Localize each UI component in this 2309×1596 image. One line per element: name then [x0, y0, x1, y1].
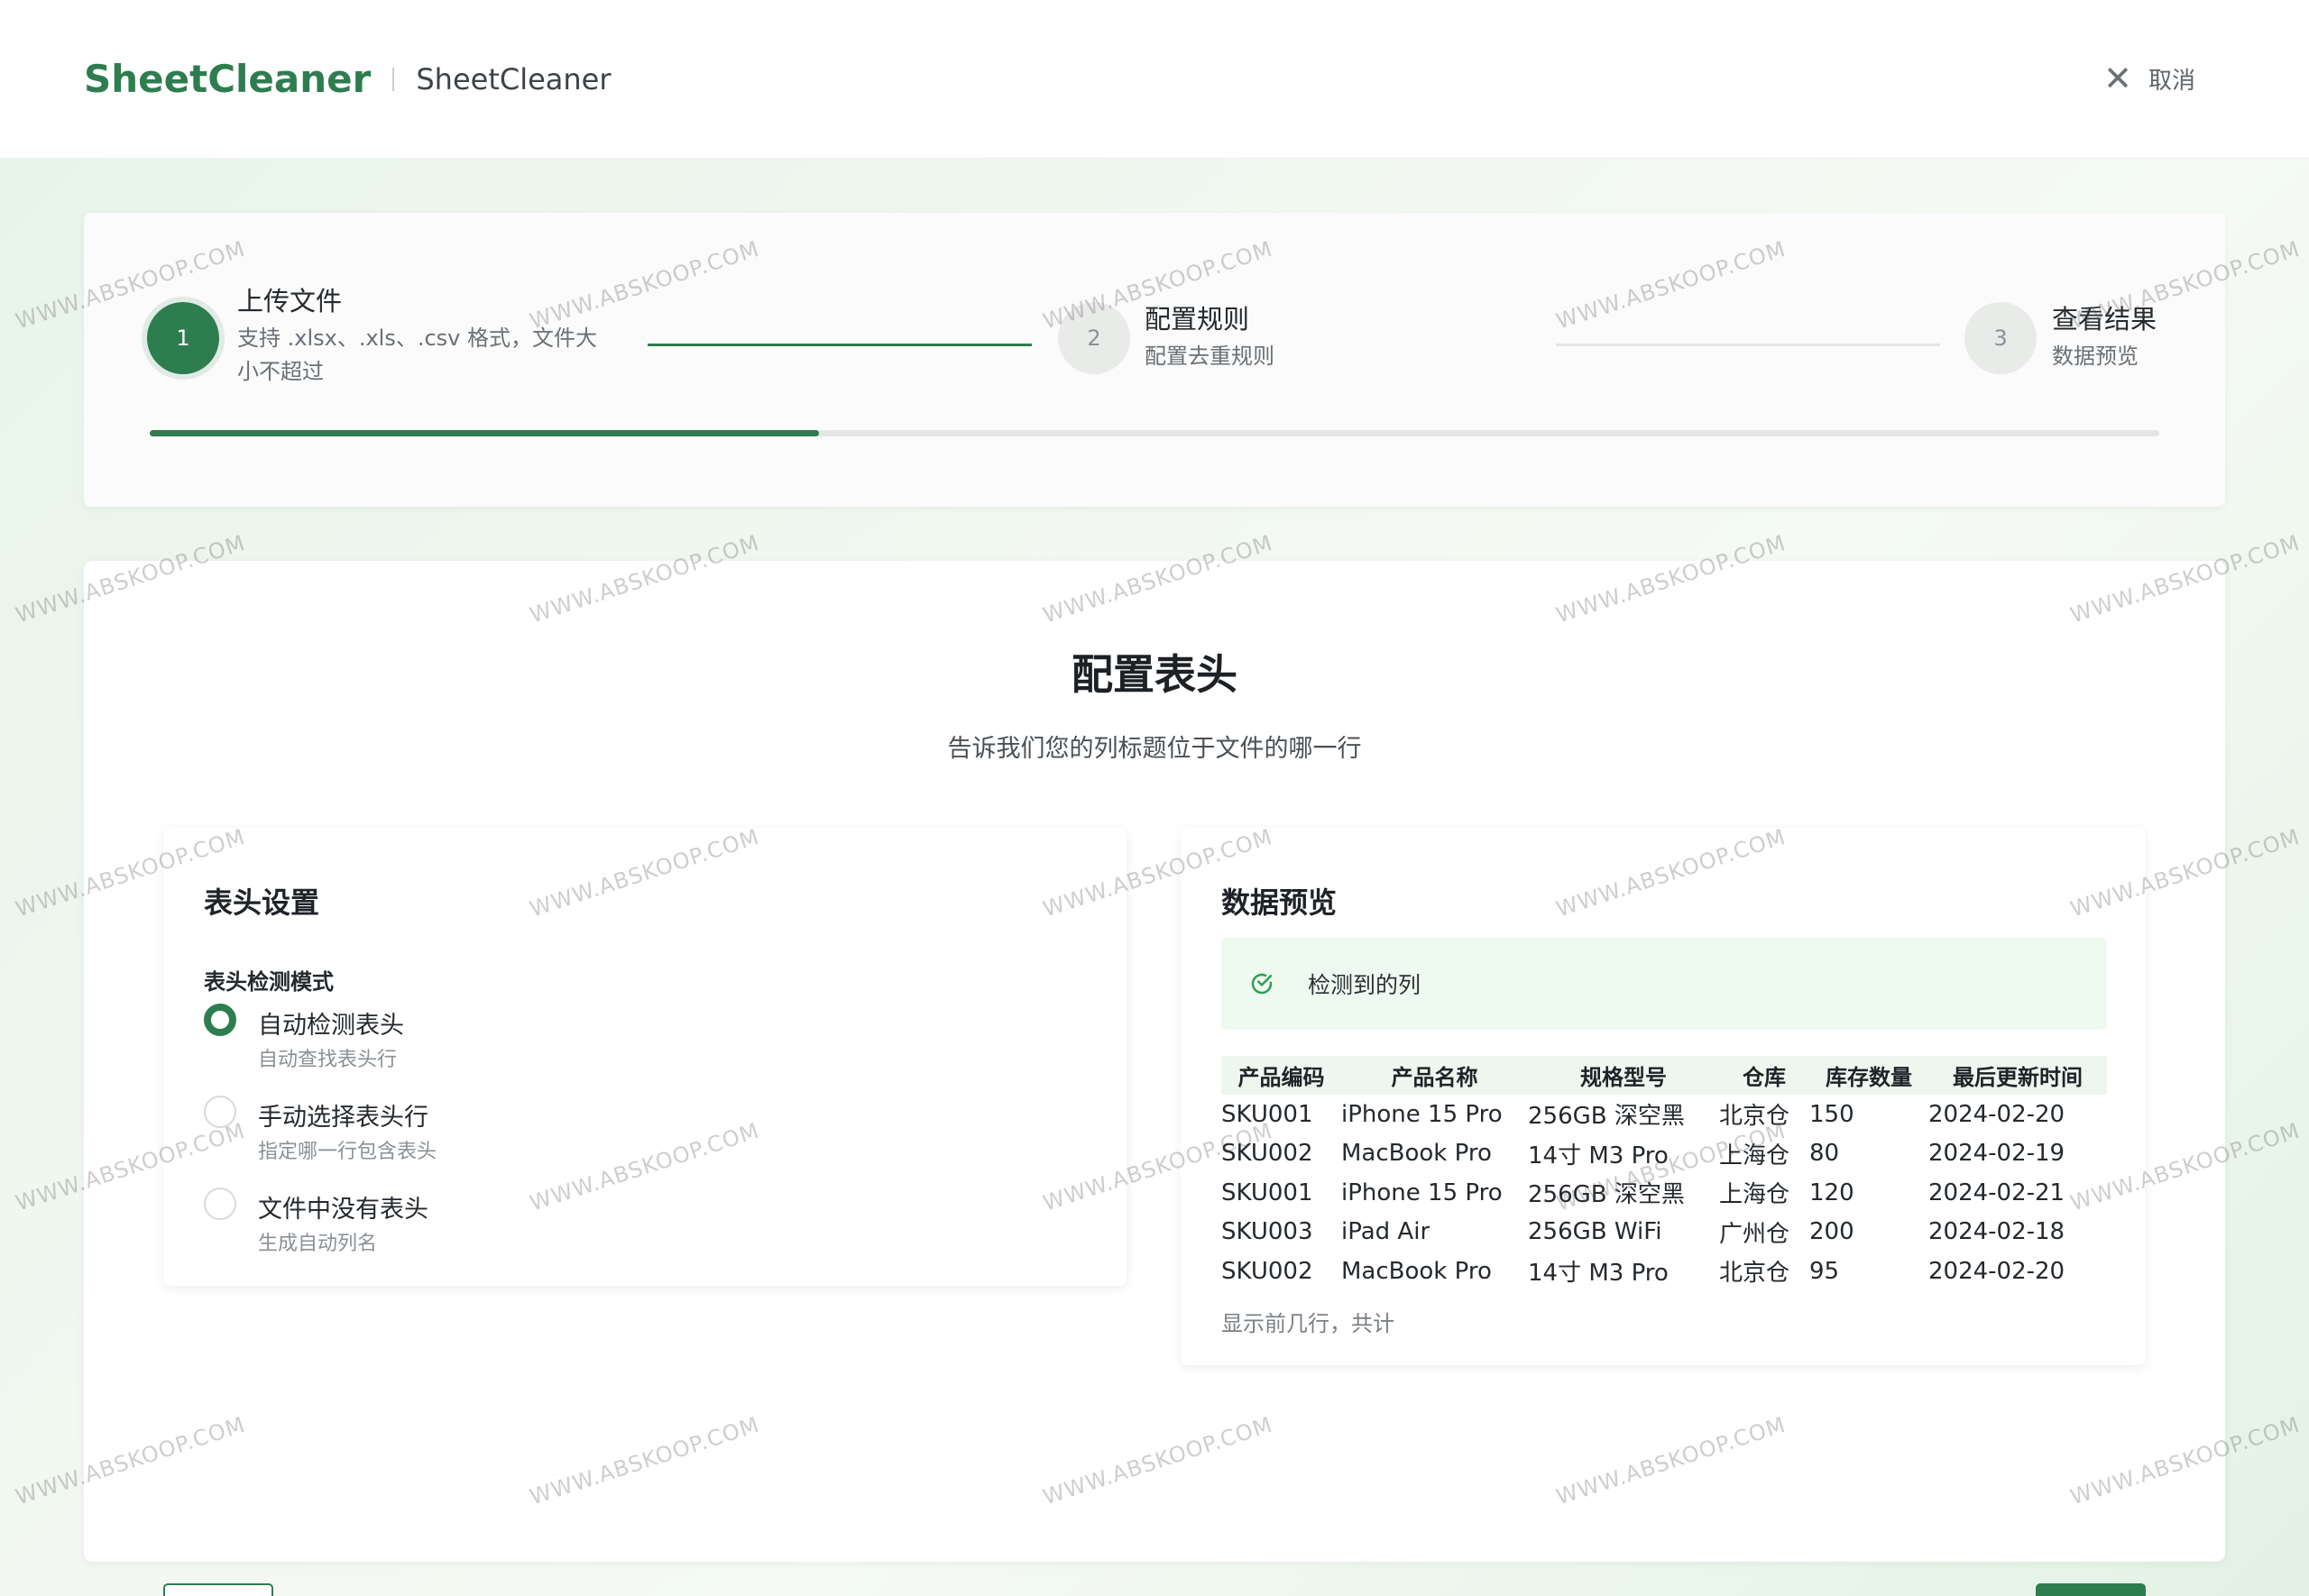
column-header: 产品编码	[1237, 1065, 1325, 1090]
brand-divider	[392, 67, 395, 91]
table-cell: 上海仓	[1719, 1181, 1790, 1209]
table-cell: 14寸 M3 Pro	[1528, 1260, 1669, 1288]
step-2-circle: 2	[1058, 302, 1130, 374]
cancel-button[interactable]: ✕ 取消	[2103, 61, 2195, 96]
table-cell: 256GB 深空黑	[1528, 1103, 1685, 1131]
detected-columns-banner: 检测到的列	[1221, 938, 2107, 1030]
step-3-title: 查看结果	[2052, 304, 2157, 335]
table-cell: MacBook Pro	[1341, 1257, 1492, 1285]
table-cell: 256GB WiFi	[1528, 1218, 1662, 1246]
step-connector-1	[648, 344, 1032, 346]
table-cell: 95	[1809, 1257, 1840, 1285]
app-header: SheetCleaner SheetCleaner ✕ 取消	[0, 0, 2309, 159]
radio-auto-hint: 自动查找表头行	[258, 1049, 398, 1071]
progress-bar	[150, 430, 2159, 436]
table-cell: MacBook Pro	[1341, 1140, 1492, 1168]
column-header: 最后更新时间	[1953, 1065, 2083, 1090]
column-header: 库存数量	[1826, 1065, 1912, 1090]
table-cell: 北京仓	[1719, 1260, 1790, 1288]
table-cell: iPad Air	[1341, 1218, 1430, 1246]
radio-none-hint: 生成自动列名	[258, 1233, 378, 1255]
table-cell: SKU002	[1221, 1140, 1313, 1168]
progress-fill	[150, 430, 819, 436]
back-button[interactable]: 返回	[163, 1583, 273, 1596]
table-row: SKU001 iPhone 15 Pro 256GB 深空黑 北京仓 150 2…	[1221, 1095, 2107, 1134]
column-header: 仓库	[1743, 1065, 1786, 1090]
table-row: SKU003 iPad Air 256GB WiFi 广州仓 200 2024-…	[1221, 1213, 2107, 1252]
radio-manual-hint: 指定哪一行包含表头	[258, 1141, 437, 1163]
step-3-circle: 3	[1964, 302, 2037, 374]
main-card: 配置表头 告诉我们您的列标题位于文件的哪一行 表头设置 表头检测模式 自动检测表…	[84, 561, 2225, 1596]
table-cell: 256GB 深空黑	[1528, 1181, 1685, 1209]
table-cell: 2024-02-19	[1928, 1140, 2065, 1168]
table-cell: 200	[1809, 1218, 1854, 1246]
detection-mode-label: 表头检测模式	[204, 969, 334, 995]
step-1-desc-line2: 小不超过	[237, 359, 324, 384]
check-circle-icon	[1251, 973, 1273, 995]
page-subtitle: 告诉我们您的列标题位于文件的哪一行	[947, 735, 1362, 763]
cancel-label: 取消	[2148, 67, 2195, 95]
header-settings-title: 表头设置	[204, 885, 320, 920]
table-cell: iPhone 15 Pro	[1341, 1179, 1503, 1206]
table-cell: 2024-02-20	[1928, 1257, 2065, 1285]
close-icon: ✕	[2103, 59, 2132, 98]
table-header-row: 产品编码 产品名称 规格型号 仓库 库存数量 最后更新时间	[1221, 1056, 2107, 1095]
radio-auto-label: 自动检测表头	[258, 1012, 404, 1040]
table-cell: SKU001	[1221, 1100, 1313, 1128]
table-cell: 14寸 M3 Pro	[1528, 1142, 1669, 1169]
table-cell: 150	[1809, 1100, 1854, 1128]
radio-manual-label: 手动选择表头行	[258, 1104, 428, 1132]
radio-auto[interactable]	[204, 1004, 236, 1036]
column-header: 规格型号	[1580, 1065, 1667, 1090]
table-row: SKU002 MacBook Pro 14寸 M3 Pro 北京仓 95 202…	[1221, 1252, 2107, 1291]
step-3-desc: 数据预览	[2052, 344, 2139, 369]
step-2-desc: 配置去重规则	[1145, 344, 1274, 369]
radio-manual[interactable]	[204, 1096, 236, 1128]
preview-table: 产品编码 产品名称 规格型号 仓库 库存数量 最后更新时间 SKU001 iPh…	[1221, 1056, 2107, 1291]
radio-none[interactable]	[204, 1188, 236, 1220]
continue-button[interactable]: 继续	[2036, 1583, 2146, 1596]
table-cell: 北京仓	[1719, 1103, 1790, 1131]
table-cell: iPhone 15 Pro	[1341, 1100, 1503, 1128]
preview-row-count-note: 显示前几行，共计	[1221, 1311, 1394, 1336]
table-cell: 广州仓	[1719, 1220, 1790, 1248]
table-cell: SKU001	[1221, 1179, 1313, 1206]
page-background: 1 上传文件 支持 .xlsx、.xls、.csv 格式，文件大 小不超过 2 …	[0, 159, 2309, 1596]
table-cell: 2024-02-21	[1928, 1179, 2065, 1206]
step-connector-2	[1556, 344, 1940, 346]
app-subtitle: SheetCleaner	[416, 61, 612, 96]
step-2-title: 配置规则	[1145, 304, 1250, 335]
table-cell: 80	[1809, 1140, 1840, 1168]
data-preview-panel: 数据预览 检测到的列 产品编码 产品名称 规格型号 仓库 库存数量 最后更新时间	[1181, 828, 2146, 1365]
table-cell: 上海仓	[1719, 1142, 1790, 1169]
table-cell: SKU003	[1221, 1218, 1313, 1246]
table-cell: SKU002	[1221, 1257, 1313, 1285]
table-cell: 2024-02-20	[1928, 1100, 2065, 1128]
header-settings-panel: 表头设置 表头检测模式 自动检测表头 自动查找表头行 手动选择表头行 指定哪一行…	[163, 828, 1127, 1286]
table-cell: 2024-02-18	[1928, 1218, 2065, 1246]
step-1-circle: 1	[147, 302, 219, 374]
step-1-desc-line1: 支持 .xlsx、.xls、.csv 格式，文件大	[237, 326, 597, 351]
table-cell: 120	[1809, 1179, 1854, 1206]
data-preview-title: 数据预览	[1221, 885, 1338, 920]
brand-logo: SheetCleaner	[84, 57, 372, 101]
step-1-title: 上传文件	[237, 286, 343, 316]
radio-none-label: 文件中没有表头	[258, 1196, 428, 1224]
page-title: 配置表头	[1072, 650, 1237, 699]
table-row: SKU002 MacBook Pro 14寸 M3 Pro 上海仓 80 202…	[1221, 1134, 2107, 1174]
stepper: 1 上传文件 支持 .xlsx、.xls、.csv 格式，文件大 小不超过 2 …	[84, 213, 2225, 507]
table-row: SKU001 iPhone 15 Pro 256GB 深空黑 上海仓 120 2…	[1221, 1173, 2107, 1213]
column-header: 产品名称	[1391, 1065, 1478, 1090]
detected-columns-label: 检测到的列	[1308, 972, 1421, 998]
